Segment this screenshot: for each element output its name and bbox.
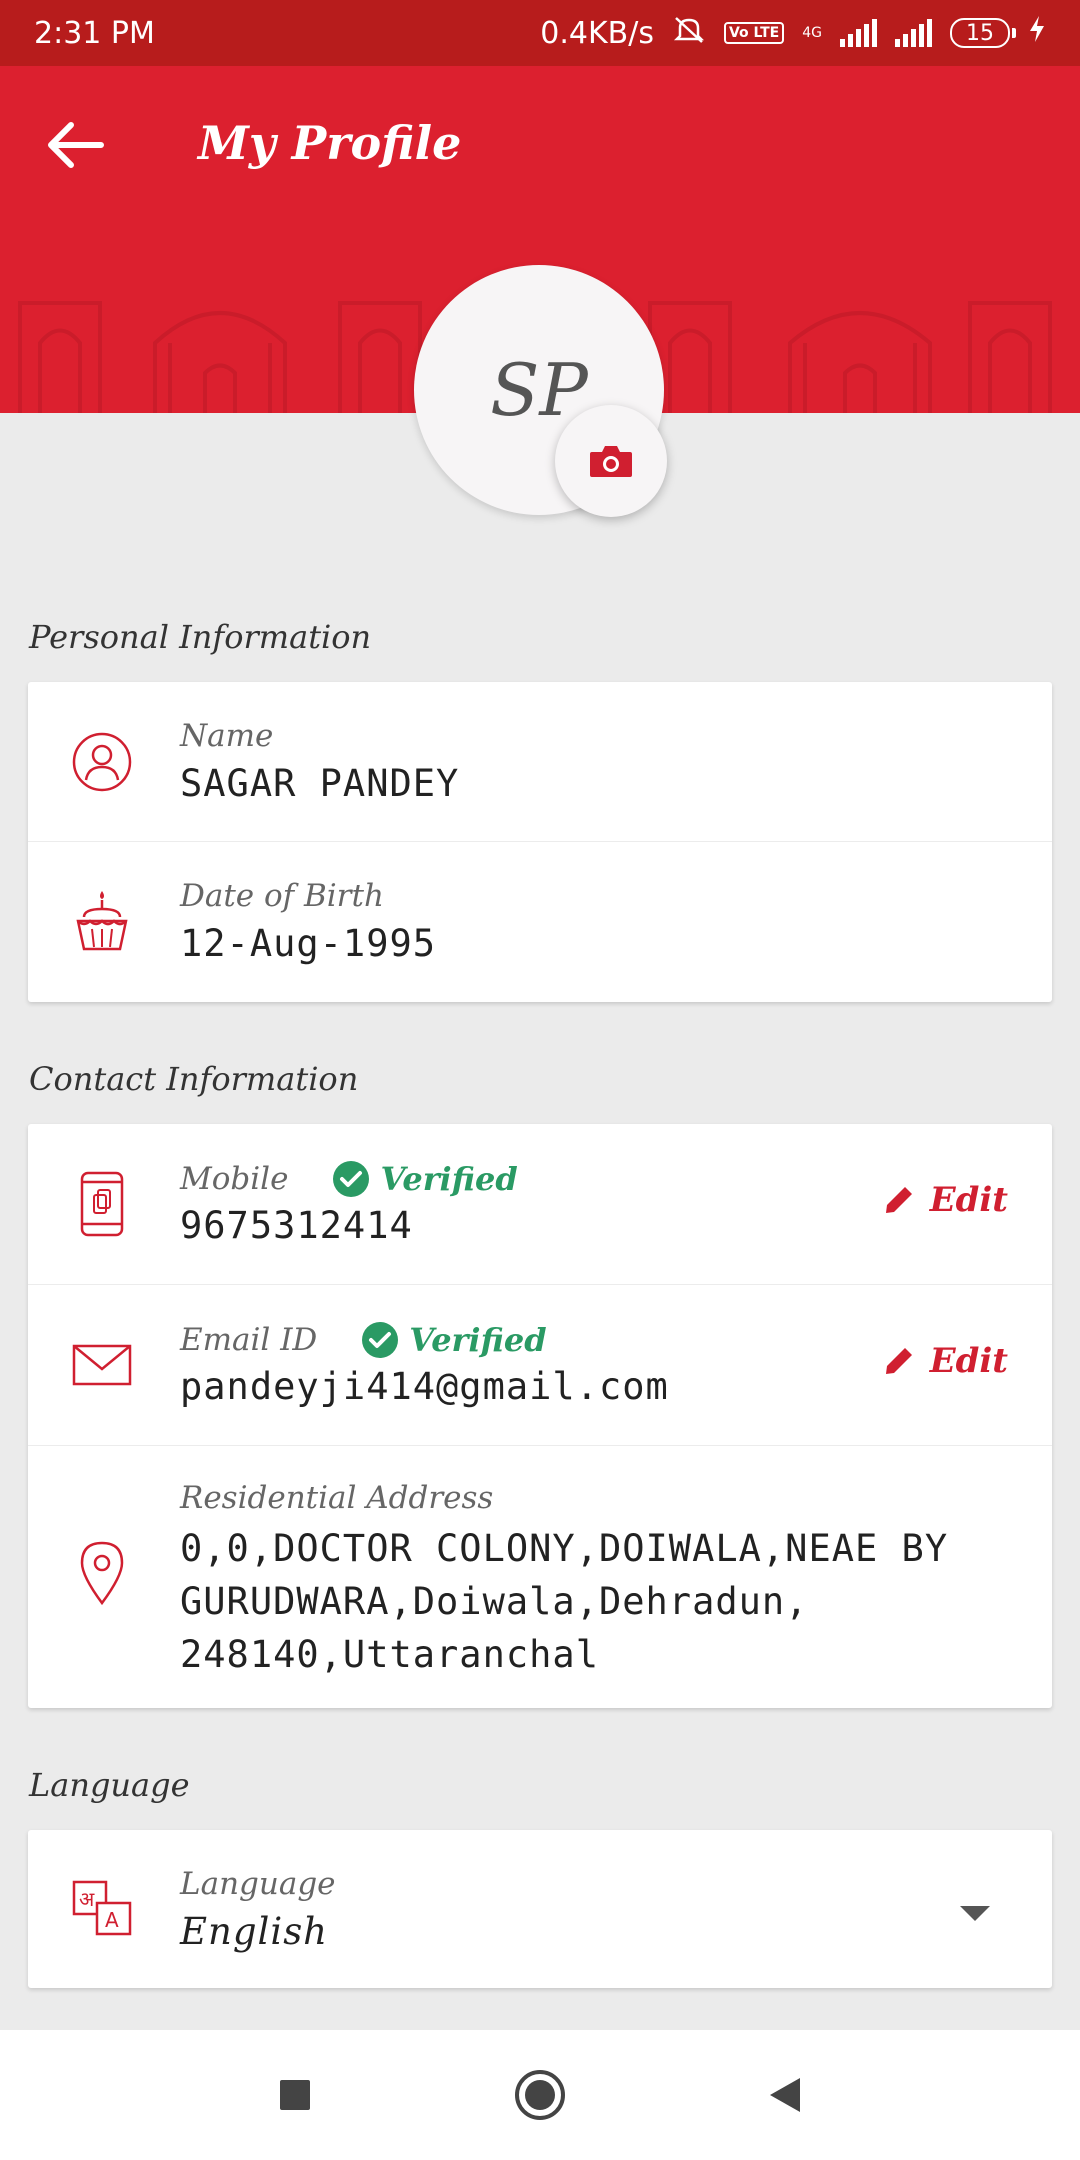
home-button[interactable] bbox=[510, 2065, 570, 2125]
personal-info-card: Name SAGAR PANDEY Date of Birth 12-Aug-1… bbox=[28, 682, 1052, 1002]
mobile-value: 9675312414 bbox=[180, 1204, 413, 1247]
user-icon bbox=[70, 730, 134, 794]
language-value: English bbox=[180, 1910, 329, 1953]
battery-level: 15 bbox=[966, 20, 994, 46]
square-icon bbox=[280, 2080, 310, 2110]
back-nav-button[interactable] bbox=[755, 2065, 815, 2125]
status-bar: 2:31 PM 0.4KB/s Vo LTE 4G 15 bbox=[0, 0, 1080, 66]
email-row: Email ID Verified pandeyji414@gmail.com … bbox=[28, 1285, 1052, 1446]
check-circle-icon bbox=[333, 1161, 370, 1197]
cake-icon bbox=[70, 888, 134, 952]
email-label-group: Email ID Verified bbox=[180, 1321, 547, 1359]
address-label: Residential Address bbox=[180, 1480, 494, 1516]
arrow-back-icon bbox=[48, 122, 104, 168]
back-button[interactable] bbox=[40, 110, 110, 180]
svg-text:अ: अ bbox=[79, 1887, 95, 1911]
dob-label: Date of Birth bbox=[180, 878, 384, 914]
mobile-icon bbox=[70, 1171, 134, 1237]
address-row: Residential Address 0,0,DOCTOR COLONY,DO… bbox=[28, 1446, 1052, 1708]
edit-mobile-label: Edit bbox=[929, 1180, 1008, 1220]
mobile-label-group: Mobile Verified bbox=[180, 1160, 518, 1198]
network-speed: 0.4KB/s bbox=[540, 15, 654, 51]
mobile-verified-badge: Verified bbox=[332, 1160, 518, 1198]
dob-value: 12-Aug-1995 bbox=[180, 922, 437, 965]
volte-badge: Vo LTE bbox=[723, 22, 785, 44]
edit-mobile-button[interactable]: Edit bbox=[882, 1180, 1008, 1220]
email-verified-badge: Verified bbox=[361, 1321, 547, 1359]
pencil-icon bbox=[885, 1348, 912, 1374]
language-label: Language bbox=[180, 1866, 336, 1902]
page-title: My Profile bbox=[198, 116, 462, 170]
check-circle-icon bbox=[362, 1322, 399, 1358]
status-icons: 0.4KB/s Vo LTE 4G 15 bbox=[540, 14, 1046, 52]
change-photo-button[interactable] bbox=[555, 405, 667, 517]
dropdown-caret-icon[interactable] bbox=[960, 1906, 990, 1921]
email-label: Email ID bbox=[180, 1322, 318, 1358]
mute-icon bbox=[672, 14, 706, 52]
system-nav-bar bbox=[0, 2030, 1080, 2160]
battery-icon: 15 bbox=[950, 18, 1016, 48]
language-row[interactable]: अA Language English bbox=[28, 1830, 1052, 1988]
name-value: SAGAR PANDEY bbox=[180, 762, 460, 805]
mobile-label: Mobile bbox=[180, 1161, 289, 1197]
pencil-icon bbox=[885, 1187, 912, 1213]
edit-email-button[interactable]: Edit bbox=[882, 1341, 1008, 1381]
circle-icon bbox=[515, 2070, 565, 2120]
camera-icon bbox=[590, 446, 632, 477]
name-label: Name bbox=[180, 718, 274, 754]
signal-icon-2 bbox=[895, 19, 932, 47]
svg-text:A: A bbox=[105, 1908, 119, 1932]
email-verified-label: Verified bbox=[409, 1321, 547, 1359]
network-type: 4G bbox=[802, 25, 822, 41]
edit-email-label: Edit bbox=[929, 1341, 1008, 1381]
language-card[interactable]: अA Language English bbox=[28, 1830, 1052, 1988]
mobile-row: Mobile Verified 9675312414 Edit bbox=[28, 1124, 1052, 1285]
signal-icon bbox=[840, 19, 877, 47]
contact-info-card: Mobile Verified 9675312414 Edit Email ID… bbox=[28, 1124, 1052, 1708]
translate-icon: अA bbox=[70, 1876, 134, 1940]
recents-button[interactable] bbox=[265, 2065, 325, 2125]
location-pin-icon bbox=[70, 1541, 134, 1606]
dob-row: Date of Birth 12-Aug-1995 bbox=[28, 842, 1052, 1002]
charging-icon bbox=[1028, 14, 1046, 52]
triangle-back-icon bbox=[770, 2078, 800, 2112]
status-time: 2:31 PM bbox=[34, 15, 155, 51]
section-title-contact: Contact Information bbox=[29, 1060, 359, 1098]
section-title-personal: Personal Information bbox=[29, 618, 372, 656]
mobile-verified-label: Verified bbox=[380, 1160, 518, 1198]
section-title-language: Language bbox=[29, 1766, 190, 1804]
mail-icon bbox=[70, 1333, 134, 1397]
email-value: pandeyji414@gmail.com bbox=[180, 1365, 669, 1408]
address-value: 0,0,DOCTOR COLONY,DOIWALA,NEAE BY GURUDW… bbox=[180, 1527, 949, 1676]
name-row: Name SAGAR PANDEY bbox=[28, 682, 1052, 842]
